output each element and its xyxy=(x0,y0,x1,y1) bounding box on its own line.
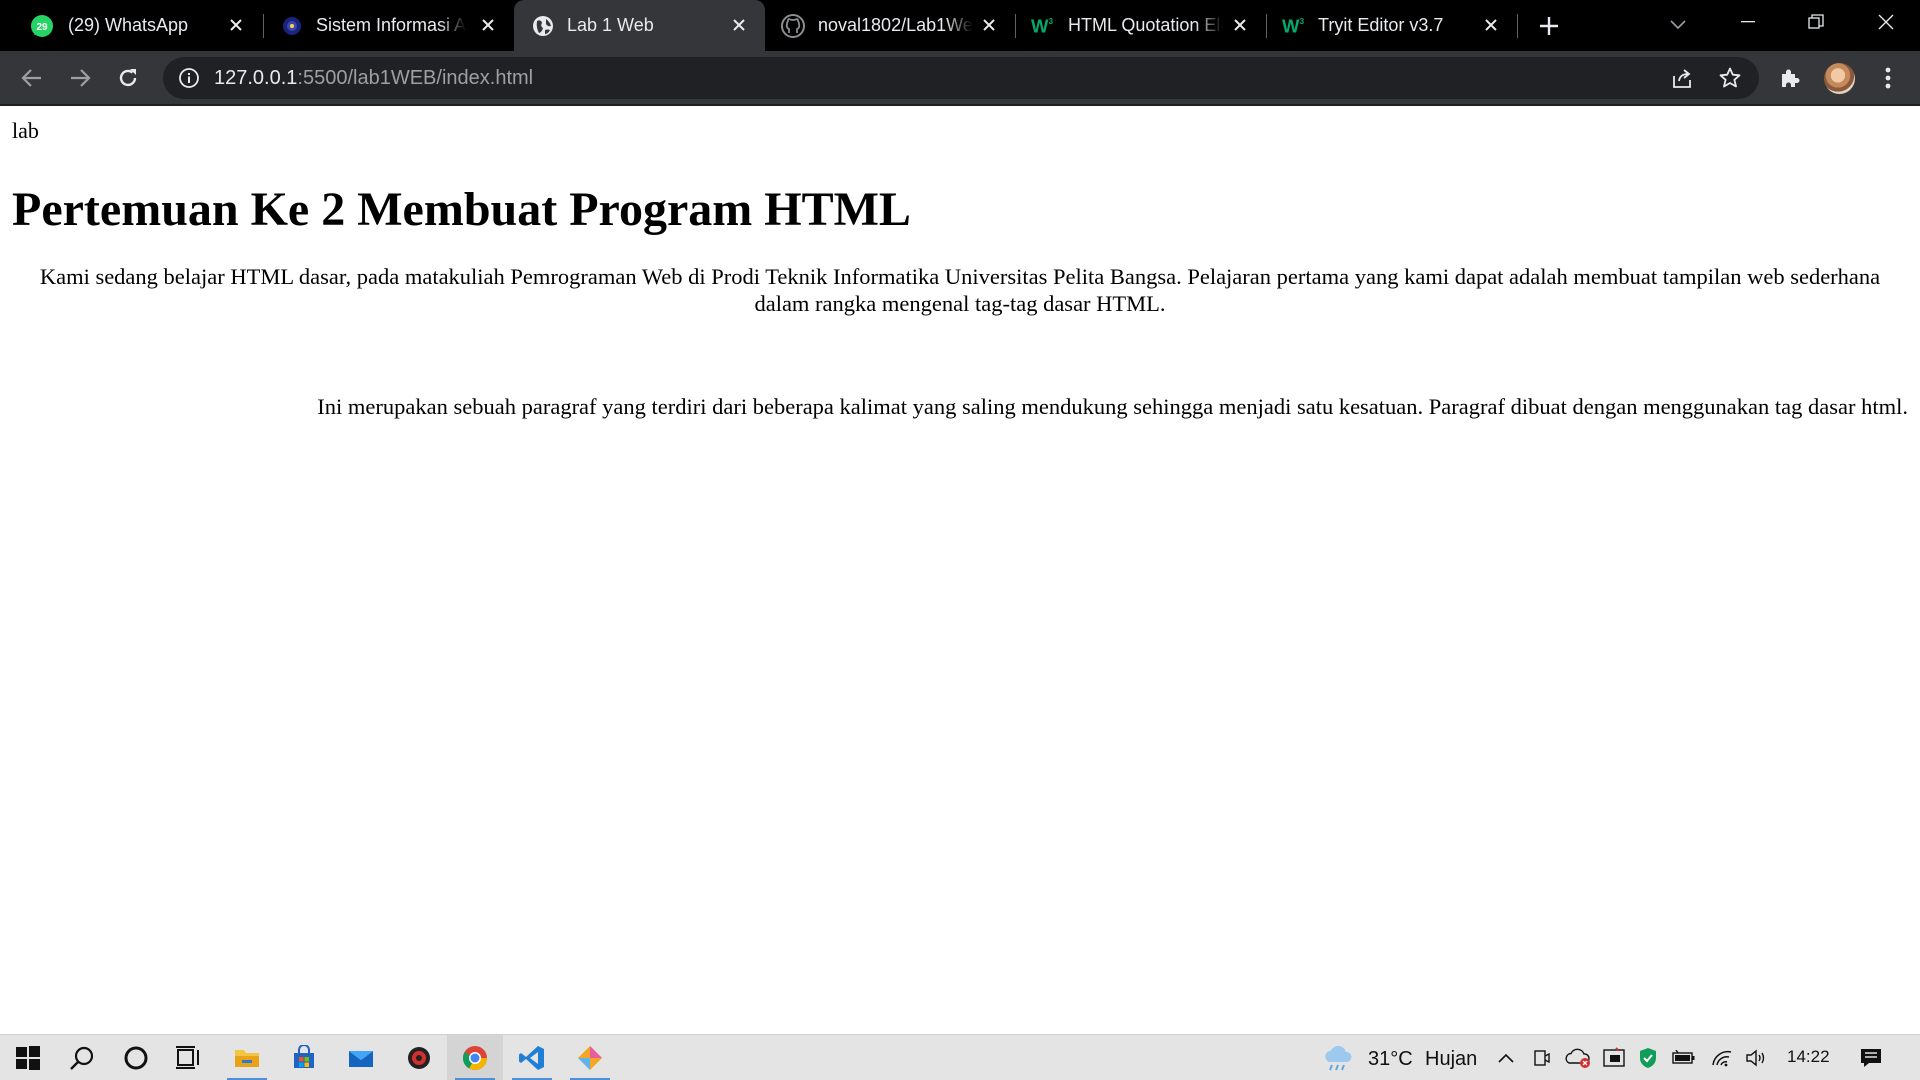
windows-taskbar: 31°C Hujan 14:22 xyxy=(0,1034,1920,1080)
notification-center-icon[interactable] xyxy=(1855,1035,1887,1080)
tab-whatsapp[interactable]: 29 (29) WhatsApp xyxy=(0,0,262,51)
svg-text:3: 3 xyxy=(1300,16,1305,26)
search-icon[interactable] xyxy=(54,1035,110,1080)
svg-text:3: 3 xyxy=(1049,16,1054,26)
security-shield-icon[interactable] xyxy=(1636,1035,1660,1080)
tab-title: HTML Quotation Elements xyxy=(1068,15,1223,35)
close-icon[interactable] xyxy=(224,13,248,37)
screen-capture-icon[interactable] xyxy=(1600,1035,1628,1080)
onedrive-error-icon[interactable] xyxy=(1563,1035,1593,1080)
tab-divider xyxy=(1517,14,1518,38)
tab-html-quotation[interactable]: W3 HTML Quotation Elements xyxy=(1016,0,1266,51)
tab-tryit-editor[interactable]: W3 Tryit Editor v3.7 xyxy=(1267,0,1517,51)
microsoft-store-icon[interactable] xyxy=(276,1035,332,1080)
tab-lab-1-web[interactable]: Lab 1 Web xyxy=(514,0,765,51)
weather-temperature[interactable]: 31°C xyxy=(1368,1048,1413,1070)
svg-text:29: 29 xyxy=(36,22,48,33)
git-app-icon[interactable] xyxy=(562,1035,618,1080)
close-icon[interactable] xyxy=(1228,13,1252,37)
close-icon[interactable] xyxy=(727,13,751,37)
taskbar-clock[interactable]: 14:22 xyxy=(1787,1047,1830,1067)
w3schools-icon: W3 xyxy=(1031,14,1055,38)
battery-charging-icon[interactable] xyxy=(1670,1035,1698,1080)
profile-avatar[interactable] xyxy=(1824,63,1855,94)
globe-icon xyxy=(531,14,555,38)
back-button[interactable] xyxy=(14,60,50,96)
page-heading: Pertemuan Ke 2 Membuat Program HTML xyxy=(12,183,911,236)
bookmark-star-icon[interactable] xyxy=(1717,65,1743,91)
site-info-icon[interactable] xyxy=(177,66,201,90)
paragraph-right-aligned: Ini merupakan sebuah paragraf yang terdi… xyxy=(317,394,1908,419)
cortana-icon[interactable] xyxy=(108,1035,164,1080)
browser-tab-strip: 29 (29) WhatsApp Sistem Informasi Akadem… xyxy=(0,0,1920,51)
meet-now-icon[interactable] xyxy=(1530,1035,1554,1080)
start-button[interactable] xyxy=(0,1035,56,1080)
extensions-puzzle-icon[interactable] xyxy=(1772,60,1808,96)
github-icon xyxy=(781,14,805,38)
address-bar[interactable]: 127.0.0.1:5500/lab1WEB/index.html xyxy=(163,57,1759,99)
close-icon[interactable] xyxy=(1479,13,1503,37)
task-view-icon[interactable] xyxy=(160,1035,216,1080)
tab-title: Lab 1 Web xyxy=(567,15,654,35)
page-top-text: lab xyxy=(12,118,39,143)
new-tab-button[interactable] xyxy=(1536,13,1562,39)
web-page-content: lab Pertemuan Ke 2 Membuat Program HTML … xyxy=(0,108,1920,1034)
weather-condition[interactable]: Hujan xyxy=(1425,1048,1477,1070)
minimize-button[interactable] xyxy=(1714,0,1782,44)
mail-icon[interactable] xyxy=(333,1035,389,1080)
url-path: :5500/lab1WEB/index.html xyxy=(297,67,534,89)
chrome-icon[interactable] xyxy=(447,1035,503,1080)
svg-text:W: W xyxy=(1282,15,1300,36)
volume-icon[interactable] xyxy=(1742,1035,1770,1080)
paragraph-centered: Kami sedang belajar HTML dasar, pada mat… xyxy=(39,264,1881,316)
browser-toolbar: 127.0.0.1:5500/lab1WEB/index.html xyxy=(0,51,1920,106)
tab-sistem-informasi[interactable]: Sistem Informasi Akademik xyxy=(264,0,514,51)
tab-title: noval1802/Lab1Web xyxy=(818,15,973,35)
start-icon xyxy=(16,1046,40,1070)
tab-github-repo[interactable]: noval1802/Lab1Web xyxy=(765,0,1015,51)
app-red-icon[interactable] xyxy=(391,1035,447,1080)
share-icon[interactable] xyxy=(1669,65,1695,91)
close-icon[interactable] xyxy=(476,13,500,37)
wifi-icon[interactable] xyxy=(1708,1035,1736,1080)
close-icon[interactable] xyxy=(977,13,1001,37)
svg-text:W: W xyxy=(1031,15,1049,36)
tab-title: Tryit Editor v3.7 xyxy=(1318,15,1444,35)
show-hidden-icons-chevron-icon[interactable] xyxy=(1494,1035,1518,1080)
browser-menu-icon[interactable] xyxy=(1870,60,1906,96)
close-window-button[interactable] xyxy=(1852,0,1920,44)
forward-button[interactable] xyxy=(62,60,98,96)
tab-title: (29) WhatsApp xyxy=(68,15,189,35)
university-logo-icon xyxy=(280,14,304,38)
restore-button[interactable] xyxy=(1782,0,1850,44)
url-host: 127.0.0.1 xyxy=(214,67,298,89)
whatsapp-icon: 29 xyxy=(30,14,54,38)
weather-rain-icon[interactable] xyxy=(1320,1035,1356,1080)
file-explorer-icon[interactable] xyxy=(219,1035,275,1080)
vscode-icon[interactable] xyxy=(504,1035,560,1080)
tab-search-chevron-icon[interactable] xyxy=(1664,12,1692,38)
w3schools-icon: W3 xyxy=(1282,14,1306,38)
address-url[interactable]: 127.0.0.1:5500/lab1WEB/index.html xyxy=(214,67,533,89)
tab-title: Sistem Informasi Akademik xyxy=(316,15,466,35)
reload-button[interactable] xyxy=(110,60,146,96)
